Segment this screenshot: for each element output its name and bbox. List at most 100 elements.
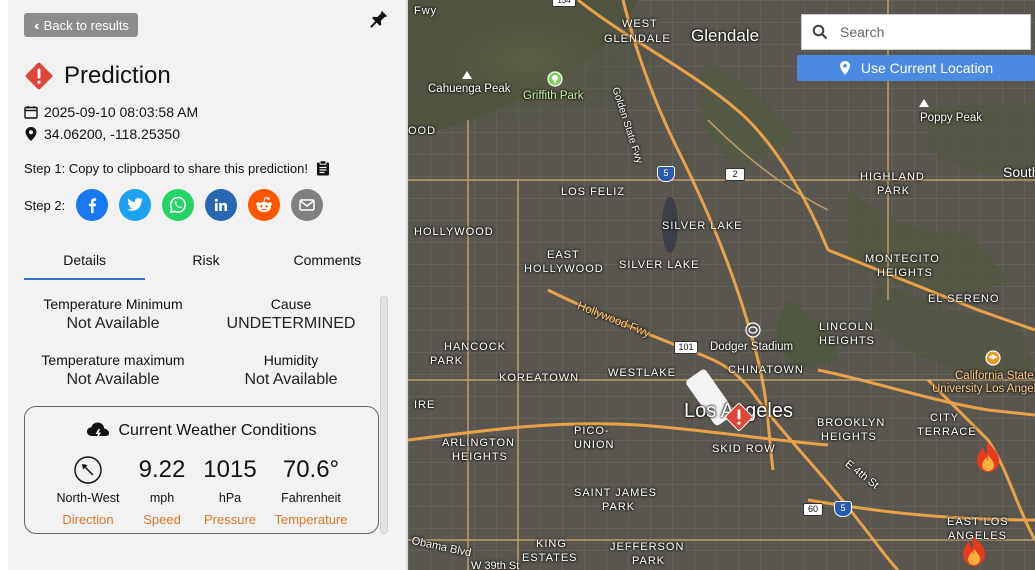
wind-speed-value: 9.22 (138, 456, 186, 483)
map-label-hollywood: HOLLYWOOD (414, 226, 494, 238)
map-label-ood: OOD (408, 125, 437, 137)
map-label-westlake: WESTLAKE (608, 367, 676, 379)
tab-risk[interactable]: Risk (145, 244, 266, 280)
university-icon (985, 350, 1001, 366)
facebook-share-button[interactable] (76, 189, 108, 221)
facebook-icon (88, 198, 97, 213)
share-step1-text: Step 1: Copy to clipboard to share this … (24, 160, 308, 176)
use-current-location-button[interactable]: Use Current Location (797, 55, 1035, 81)
stadium-icon (745, 322, 761, 338)
wind-direction: North-West Direction (53, 455, 123, 527)
clipboard-icon[interactable] (316, 160, 330, 176)
map-label-poppy: Poppy Peak (920, 112, 983, 124)
share-step2: Step 2: (24, 189, 334, 221)
map-label-city-terrace-2: TERRACE (917, 426, 977, 438)
map-label-saint-james-1: SAINT JAMES (574, 487, 657, 499)
twitter-share-button[interactable] (119, 189, 151, 221)
satellite-map[interactable]: Fwy WEST GLENDALE Glendale Cahuenga Peak… (408, 0, 1035, 570)
map-label-el-sereno: EL SERENO (928, 293, 1000, 305)
linkedin-share-button[interactable] (205, 189, 237, 221)
temperature-value: 70.6° (282, 456, 340, 483)
map-label-glendale: Glendale (691, 26, 760, 45)
map-label-cahuenga: Cahuenga Peak (428, 83, 511, 95)
humidity-cell: Humidity Not Available (202, 352, 380, 389)
route-101-shield: 101 (674, 341, 698, 354)
temp-max-cell: Temperature maximum Not Available (24, 352, 202, 389)
linkedin-icon (214, 198, 227, 211)
fire-marker-icon[interactable] (974, 441, 1002, 473)
map-label-east-hollywood-1: EAST (547, 249, 580, 261)
page-title: Prediction (64, 62, 171, 89)
map-label-highland-2: PARK (877, 185, 911, 197)
route-2-shield: 2 (725, 168, 745, 181)
back-to-results-button[interactable]: ‹‹ Back to results (24, 13, 138, 37)
prediction-marker-icon[interactable] (724, 402, 754, 432)
map-label-jefferson-1: JEFFERSON (610, 541, 685, 553)
temp-max-value: Not Available (66, 371, 160, 388)
cause-label: Cause (270, 296, 312, 312)
wind-direction-value: North-West (56, 491, 120, 505)
details-tabs: Details Risk Comments (24, 244, 388, 280)
map-label-king-2: ESTATES (522, 552, 578, 564)
map-label-ire: IRE (414, 399, 436, 411)
temp-min-label: Temperature Minimum (43, 296, 183, 312)
map-label-arlington-1: ARLINGTON (442, 437, 515, 449)
tab-comments[interactable]: Comments (267, 244, 388, 280)
temperature-label: Temperature (274, 512, 348, 527)
temp-max-label: Temperature maximum (41, 352, 185, 368)
twitter-icon (127, 198, 143, 211)
map-label-east-la-1: EAST LOS (947, 516, 1009, 528)
reddit-share-button[interactable] (248, 189, 280, 221)
humidity-value: Not Available (244, 371, 338, 388)
map-label-jefferson-2: PARK (632, 555, 666, 567)
search-icon (812, 24, 828, 40)
email-share-button[interactable] (291, 189, 323, 221)
mountain-peak-icon (462, 71, 472, 79)
calendar-icon (24, 106, 38, 119)
map-label-saint-james-2: PARK (602, 501, 636, 513)
reddit-icon (256, 197, 272, 212)
map-label-lincoln-2: HEIGHTS (819, 335, 875, 347)
whatsapp-share-button[interactable] (162, 189, 194, 221)
details-scrollbar[interactable] (380, 296, 388, 534)
map-label-hancock-1: HANCOCK (444, 341, 507, 353)
park-tree-icon (547, 71, 563, 87)
share-step2-label: Step 2: (24, 197, 66, 213)
map-label-griffith: Griffith Park (523, 90, 584, 102)
tab-details[interactable]: Details (24, 244, 146, 280)
map-label-west-glendale-1: WEST (622, 18, 658, 30)
pin-icon[interactable] (368, 8, 390, 30)
fire-marker-icon-2[interactable] (960, 535, 988, 567)
pressure-unit: hPa (218, 491, 242, 505)
interstate-5-shield: 5 (657, 166, 675, 182)
use-current-location-label: Use Current Location (860, 60, 994, 76)
location-pin-icon (839, 61, 850, 75)
map-label-arlington-2: HEIGHTS (452, 451, 508, 463)
map-label-pico-1: PICO- (574, 425, 610, 437)
temp-min-value: Not Available (66, 315, 160, 332)
wind-speed: 9.22 mph Speed (127, 455, 197, 527)
map-label-silver-lake-res: SILVER LAKE (662, 220, 743, 232)
map-label-king-1: KING (536, 538, 567, 550)
map-label-koreatown: KOREATOWN (499, 372, 580, 384)
map-label-montecito-2: HEIGHTS (877, 267, 933, 279)
mountain-peak-icon-poppy (919, 99, 929, 107)
map-marker-icon (25, 127, 37, 141)
cause-cell: Cause UNDETERMINED (202, 296, 380, 333)
map-label-city-terrace-1: CITY (930, 412, 960, 424)
map-label-lincoln-1: LINCOLN (819, 321, 874, 333)
share-step1: Step 1: Copy to clipboard to share this … (24, 160, 330, 176)
pressure: 1015 hPa Pressure (195, 455, 265, 527)
map-label-brooklyn-1: BROOKLYN (817, 417, 886, 429)
compass-arrow-icon (74, 456, 102, 484)
route-134-shield: 134 (552, 0, 576, 7)
map-label-calstate-1: California State (955, 370, 1034, 382)
search-input[interactable]: Search (840, 24, 884, 40)
map-label-fwy: Fwy (414, 5, 438, 17)
map-label-skid-row: SKID ROW (712, 443, 776, 455)
weather-title: Current Weather Conditions (118, 422, 317, 439)
map-search-box[interactable]: Search (801, 14, 1031, 50)
pressure-label: Pressure (203, 512, 257, 527)
interstate-5-shield-south: 5 (834, 501, 852, 517)
whatsapp-icon (169, 196, 187, 214)
